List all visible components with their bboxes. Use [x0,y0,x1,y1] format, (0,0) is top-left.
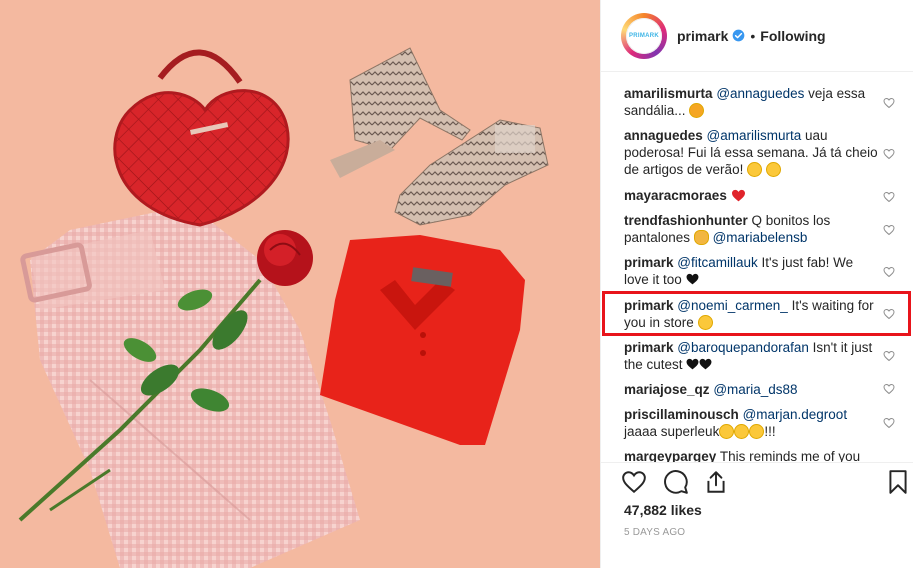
share-icon[interactable] [703,469,729,495]
verified-badge-icon [733,29,745,42]
heart-eyes-emoji-icon [719,424,735,439]
post-username[interactable]: primark [677,28,728,44]
post-header: PRIMARK primark • Following [601,0,913,72]
comment-mention[interactable]: @amarilismurta [707,128,802,143]
comment-item: primark @noemi_carmen_ It's waiting for … [624,297,879,331]
clapping-hands-emoji-icon [693,230,709,245]
like-comment-heart-icon[interactable] [883,266,895,278]
comment-item: amarilismurta @annaguedes veja essa sand… [624,85,879,119]
comment-item: trendfashionhunter Q bonitos los pantalo… [624,212,879,246]
like-comment-heart-icon[interactable] [883,350,895,362]
comment-mention[interactable]: @annaguedes [716,86,804,101]
bookmark-icon[interactable] [885,469,911,495]
black-heart-emoji-icon [686,358,699,370]
comment-item: primark @baroquepandorafan Isn't it just… [624,339,879,373]
comments-list[interactable]: amarilismurta @annaguedes veja essa sand… [601,73,913,462]
like-comment-heart-icon[interactable] [883,308,895,320]
like-comment-heart-icon[interactable] [883,148,895,160]
header-separator: • [750,27,756,44]
post-sidebar: PRIMARK primark • Following amarilismurt… [600,0,913,568]
flatlay-illustration [0,0,600,568]
avatar-logo-text: PRIMARK [628,32,660,39]
comment-username[interactable]: amarilismurta [624,86,713,101]
heart-eyes-emoji-icon [734,424,750,439]
post-timestamp[interactable]: 5 DAYS AGO [624,527,685,538]
comment-suffix: !!! [764,424,776,439]
comment-item: priscillaminousch @marjan.degroot jaaaa … [624,406,879,440]
surprised-face-emoji-icon [747,162,763,177]
red-heart-emoji-icon [731,189,745,202]
avatar-story-ring[interactable]: PRIMARK [621,12,667,59]
post-photo[interactable] [0,0,600,568]
like-comment-heart-icon[interactable] [883,417,895,429]
like-comment-heart-icon[interactable] [883,383,895,395]
comment-item: mariajose_qz @maria_ds88 [624,381,879,398]
like-comment-heart-icon[interactable] [883,191,895,203]
comment-item: primark @fitcamillauk It's just fab! We … [624,254,879,288]
comment-mention[interactable]: @baroquepandorafan [677,340,809,355]
heart-eyes-emoji-icon [749,424,765,439]
comment-username[interactable]: mayaracmoraes [624,188,727,203]
comment-mention[interactable]: @mariabelensb [713,230,808,245]
winking-face-emoji-icon [697,315,713,330]
comment-username[interactable]: primark [624,255,674,270]
comment-username[interactable]: margeypargey [624,449,716,462]
comment-mention[interactable]: @marjan.degroot [743,407,848,422]
comment-username[interactable]: primark [624,298,674,313]
post-actions: 47,882 likes 5 DAYS AGO [601,462,913,568]
comment-bubble-icon[interactable] [663,469,689,495]
following-button[interactable]: Following [760,28,825,44]
comment-username[interactable]: primark [624,340,674,355]
grinning-face-emoji-icon [765,162,781,177]
comment-username[interactable]: mariajose_qz [624,382,710,397]
comment-mention[interactable]: @maria_ds88 [713,382,797,397]
comment-mention[interactable]: @noemi_carmen_ [677,298,788,313]
black-heart-emoji-icon [686,273,699,285]
likes-count[interactable]: 47,882 likes [624,502,702,518]
comment-item: mayaracmoraes [624,187,879,204]
like-comment-heart-icon[interactable] [883,224,895,236]
comment-mention[interactable]: @fitcamillauk [677,255,757,270]
comment-item: margeypargey This reminds me of you [624,448,879,462]
comment-username[interactable]: annaguedes [624,128,703,143]
like-comment-heart-icon[interactable] [883,97,895,109]
black-heart-emoji-icon [699,358,712,370]
comment-username[interactable]: priscillaminousch [624,407,739,422]
avatar[interactable]: PRIMARK [626,17,662,54]
like-heart-icon[interactable] [621,469,647,495]
comment-username[interactable]: trendfashionhunter [624,213,748,228]
cat-heart-eyes-emoji-icon [689,103,705,118]
comment-text: This reminds me of you [716,449,861,462]
comment-item: annaguedes @amarilismurta uau poderosa! … [624,127,879,178]
comment-text: jaaaa superleuk [624,424,720,439]
